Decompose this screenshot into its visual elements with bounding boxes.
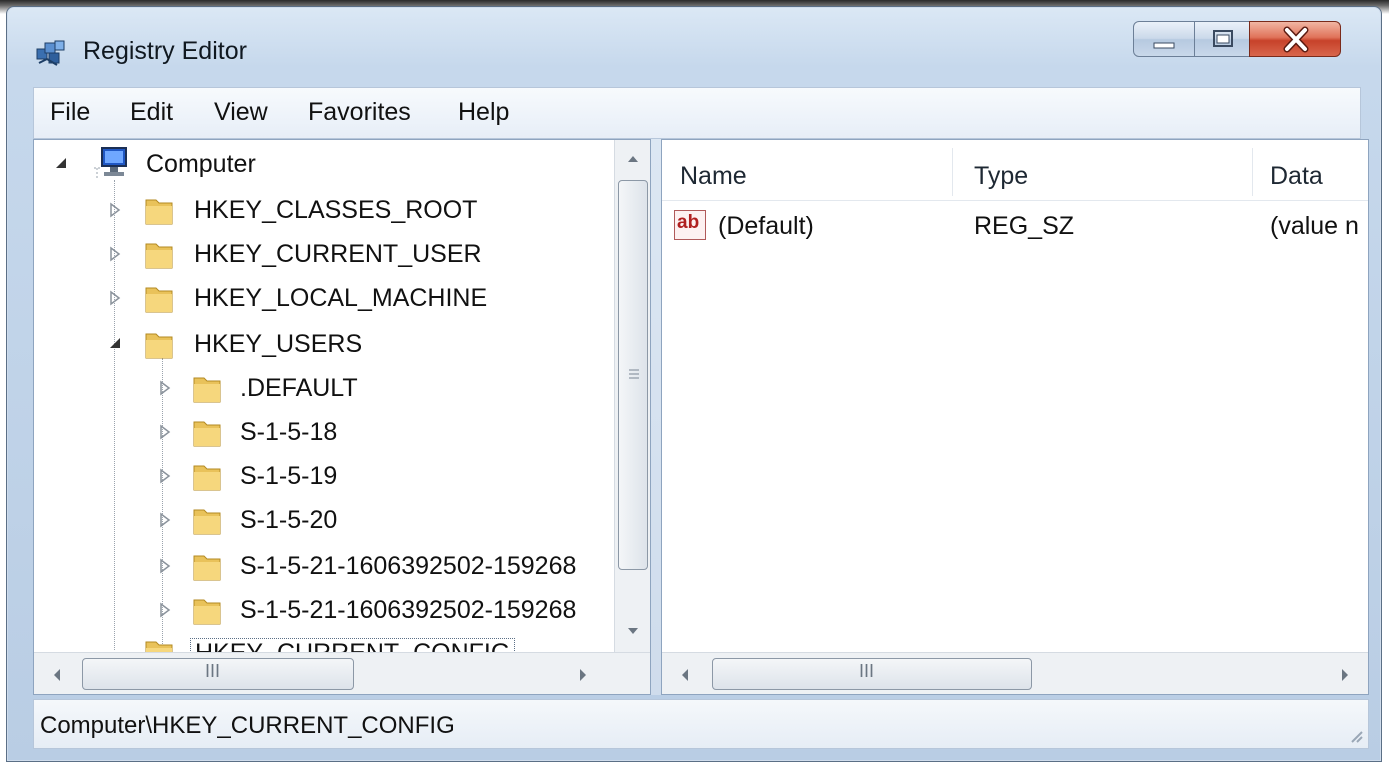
window-title: Registry Editor [83, 37, 247, 65]
tree-vertical-scrollbar[interactable] [614, 140, 651, 652]
grip-label: III [205, 661, 221, 681]
close-icon [1283, 26, 1309, 53]
scroll-down-icon[interactable] [615, 614, 651, 650]
collapsed-arrow-icon [110, 290, 121, 306]
value-row-default[interactable]: ab (Default) REG_SZ (value n [662, 206, 1368, 246]
main-content: Computer HKEY_CLASSES_ROOT HKEY_CURRENT_… [33, 139, 1369, 695]
tree-label: HKEY_CURRENT_CONFIG [190, 638, 516, 652]
tree-item-hkey-current-config[interactable]: HKEY_CURRENT_CONFIG [34, 634, 614, 652]
tree-label: .DEFAULT [240, 374, 358, 402]
list-horizontal-scrollbar[interactable]: III [662, 652, 1368, 694]
key-tree-pane[interactable]: Computer HKEY_CLASSES_ROOT HKEY_CURRENT_… [33, 139, 651, 695]
tree-item-s-1-5-21-b[interactable]: S-1-5-21-1606392502-159268 [34, 592, 614, 632]
maximize-button[interactable] [1194, 21, 1250, 57]
menu-edit[interactable]: Edit [130, 98, 173, 127]
collapsed-arrow-icon [110, 246, 121, 262]
scroll-thumb[interactable]: III [82, 658, 354, 690]
folder-icon [193, 465, 221, 491]
value-icon-label: ab [677, 212, 700, 233]
value-type: REG_SZ [974, 212, 1075, 240]
column-type[interactable]: Type [974, 162, 1028, 191]
scroll-left-icon[interactable] [668, 657, 704, 693]
collapsed-arrow-icon [160, 380, 171, 396]
folder-icon [193, 599, 221, 625]
column-separator[interactable] [952, 148, 953, 196]
column-name[interactable]: Name [680, 162, 747, 191]
tree-label: S-1-5-20 [240, 506, 338, 534]
scroll-right-icon[interactable] [1326, 657, 1362, 693]
tree-label: HKEY_USERS [194, 330, 363, 358]
pane-splitter[interactable] [651, 139, 661, 695]
expanded-arrow-icon [110, 338, 120, 348]
column-header: Name Type Data [662, 140, 1368, 201]
column-separator[interactable] [1252, 148, 1253, 196]
registry-editor-icon [36, 40, 65, 66]
tree-item-default[interactable]: .DEFAULT [34, 370, 594, 410]
folder-icon [193, 421, 221, 447]
scroll-up-icon[interactable] [615, 140, 651, 176]
folder-icon [193, 377, 221, 403]
collapsed-arrow-icon [160, 468, 171, 484]
tree-item-s-1-5-21-a[interactable]: S-1-5-21-1606392502-159268 [34, 548, 614, 588]
scroll-right-icon[interactable] [564, 657, 600, 693]
folder-icon [145, 287, 173, 313]
tree-item-hkey-local-machine[interactable]: HKEY_LOCAL_MACHINE [34, 280, 594, 320]
tree-label: Computer [146, 150, 256, 178]
close-button[interactable] [1249, 21, 1341, 57]
computer-icon [94, 147, 127, 180]
collapsed-arrow-icon [110, 202, 121, 218]
grip-label: III [859, 661, 875, 681]
tree-label: HKEY_CLASSES_ROOT [194, 196, 478, 224]
folder-icon [145, 243, 173, 269]
tree-label: S-1-5-21-1606392502-159268 [240, 552, 577, 580]
collapsed-arrow-icon [160, 602, 171, 618]
status-path: Computer\HKEY_CURRENT_CONFIG [40, 712, 455, 739]
menu-view[interactable]: View [214, 98, 268, 127]
resize-grip-icon[interactable] [1348, 728, 1364, 744]
tree-label: S-1-5-21-1606392502-159268 [240, 596, 577, 624]
scroll-left-icon[interactable] [40, 657, 76, 693]
scroll-thumb[interactable] [618, 180, 648, 570]
tree-item-computer[interactable]: Computer [34, 146, 594, 186]
folder-icon [145, 199, 173, 225]
collapsed-arrow-icon [160, 512, 171, 528]
expanded-arrow-icon [56, 158, 66, 168]
value-data: (value n [1270, 212, 1359, 240]
tree-item-s-1-5-18[interactable]: S-1-5-18 [34, 414, 594, 454]
collapsed-arrow-icon [160, 424, 171, 440]
tree-label: S-1-5-19 [240, 462, 338, 490]
menu-favorites[interactable]: Favorites [308, 98, 411, 127]
tree-item-s-1-5-19[interactable]: S-1-5-19 [34, 458, 594, 498]
folder-icon [145, 333, 173, 359]
column-data[interactable]: Data [1270, 162, 1323, 191]
menu-help[interactable]: Help [458, 98, 509, 127]
tree-label: S-1-5-18 [240, 418, 338, 446]
collapsed-arrow-icon [160, 558, 171, 574]
maximize-icon [1213, 30, 1233, 47]
tree-item-s-1-5-20[interactable]: S-1-5-20 [34, 502, 594, 542]
folder-icon [193, 555, 221, 581]
title-bar[interactable]: Registry Editor [7, 7, 1381, 85]
status-bar: Computer\HKEY_CURRENT_CONFIG [33, 699, 1369, 749]
value-name: (Default) [718, 212, 814, 240]
tree-label: HKEY_CURRENT_USER [194, 240, 482, 268]
registry-editor-window: Registry Editor File Edit View Favorites… [6, 6, 1382, 762]
folder-icon [193, 509, 221, 535]
minimize-button[interactable] [1133, 21, 1195, 57]
tree-item-hkey-users[interactable]: HKEY_USERS [34, 326, 594, 366]
tree-item-hkey-current-user[interactable]: HKEY_CURRENT_USER [34, 236, 594, 276]
tree-item-hkey-classes-root[interactable]: HKEY_CLASSES_ROOT [34, 192, 594, 232]
minimize-icon [1153, 42, 1175, 49]
tree-label: HKEY_LOCAL_MACHINE [194, 284, 488, 312]
values-list-pane[interactable]: Name Type Data ab (Default) REG_SZ (valu… [661, 139, 1369, 695]
grip-icon [629, 369, 639, 379]
tree-horizontal-scrollbar[interactable]: III [34, 652, 650, 694]
folder-icon [145, 641, 173, 652]
scroll-thumb[interactable]: III [712, 658, 1032, 690]
menu-bar: File Edit View Favorites Help [33, 87, 1361, 139]
string-value-icon: ab [674, 210, 706, 240]
menu-file[interactable]: File [50, 98, 90, 127]
